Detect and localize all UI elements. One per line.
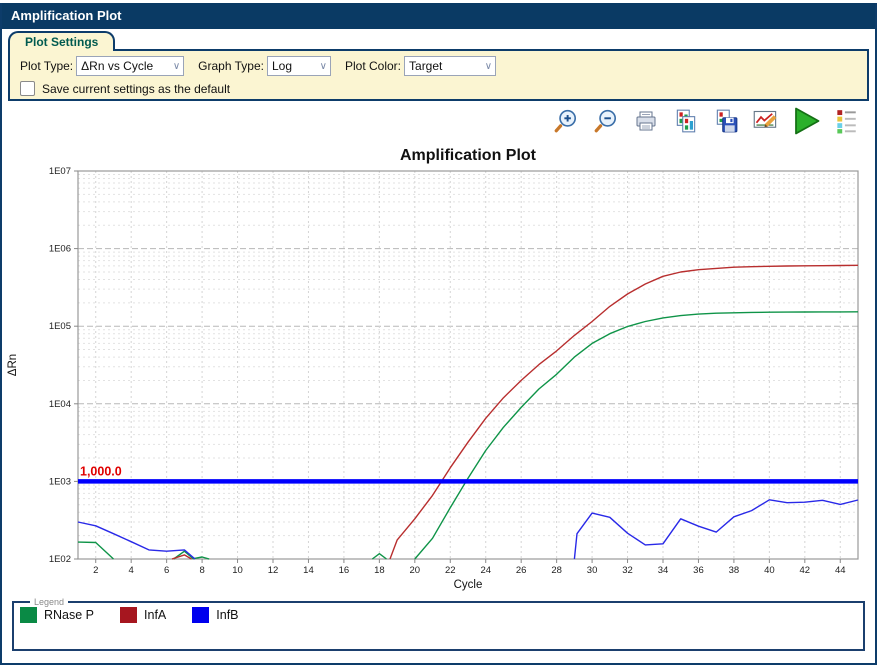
plot-type-value: ΔRn vs Cycle <box>81 59 153 73</box>
svg-text:1E04: 1E04 <box>49 399 71 410</box>
save-default-row: Save current settings as the default <box>20 81 857 96</box>
amplification-chart: 2468101214161820222426283032343638404244… <box>2 139 875 597</box>
svg-text:Amplification Plot: Amplification Plot <box>400 147 537 164</box>
svg-text:2: 2 <box>93 565 98 576</box>
toolbar-button-run-analysis[interactable] <box>792 109 819 136</box>
svg-text:12: 12 <box>268 565 279 576</box>
svg-text:20: 20 <box>410 565 421 576</box>
tab-label: Plot Settings <box>25 35 98 49</box>
svg-text:34: 34 <box>658 565 669 576</box>
svg-text:44: 44 <box>835 565 846 576</box>
svg-text:1E06: 1E06 <box>49 244 71 255</box>
toolbar-button-save-plot[interactable] <box>712 109 739 136</box>
plot-type-label: Plot Type: <box>20 59 73 73</box>
svg-text:10: 10 <box>232 565 243 576</box>
plot-type-select[interactable]: ΔRn vs Cycle ∨ <box>76 56 184 76</box>
svg-text:4: 4 <box>129 565 134 576</box>
svg-text:26: 26 <box>516 565 527 576</box>
chevron-down-icon: ∨ <box>485 61 492 72</box>
plot-color-label: Plot Color: <box>345 59 401 73</box>
svg-text:6: 6 <box>164 565 169 576</box>
graph-type-label: Graph Type: <box>198 59 264 73</box>
plot-content-area: 2468101214161820222426283032343638404244… <box>2 101 875 651</box>
svg-text:32: 32 <box>622 565 633 576</box>
legend-box: Legend RNase P InfA InfB <box>12 597 865 651</box>
svg-text:36: 36 <box>693 565 704 576</box>
legend-swatch <box>20 607 37 623</box>
legend-label: InfA <box>144 608 166 622</box>
tab-row: Plot Settings <box>8 31 875 49</box>
svg-text:8: 8 <box>199 565 204 576</box>
save-default-label: Save current settings as the default <box>42 82 230 96</box>
plot-settings-panel: Plot Type: ΔRn vs Cycle ∨ Graph Type: Lo… <box>8 49 869 101</box>
svg-text:1E02: 1E02 <box>49 554 71 565</box>
legend-items: RNase P InfA InfB <box>20 607 857 623</box>
legend-swatch <box>120 607 137 623</box>
legend-item: InfA <box>120 607 166 623</box>
window-titlebar: Amplification Plot <box>2 3 875 29</box>
plot-color-value: Target <box>409 59 442 73</box>
svg-text:1E03: 1E03 <box>49 476 71 487</box>
legend-item: RNase P <box>20 607 94 623</box>
amplification-plot-window: Amplification Plot Plot Settings Plot Ty… <box>0 3 877 665</box>
graph-type-select[interactable]: Log ∨ <box>267 56 331 76</box>
chevron-down-icon: ∨ <box>173 61 180 72</box>
plot-settings-controls: Plot Type: ΔRn vs Cycle ∨ Graph Type: Lo… <box>20 56 857 76</box>
svg-text:38: 38 <box>729 565 740 576</box>
legend-label: RNase P <box>44 608 94 622</box>
svg-text:14: 14 <box>303 565 314 576</box>
svg-text:42: 42 <box>800 565 811 576</box>
svg-text:40: 40 <box>764 565 775 576</box>
legend-list-icon <box>833 108 859 137</box>
toolbar-button-legend-list[interactable] <box>832 109 859 136</box>
zoom-in-icon <box>553 108 579 137</box>
svg-text:28: 28 <box>551 565 562 576</box>
legend-box-title: Legend <box>30 597 68 607</box>
amplification-chart-svg: 2468101214161820222426283032343638404244… <box>2 139 875 597</box>
save-default-checkbox[interactable] <box>20 81 35 96</box>
zoom-out-icon <box>593 108 619 137</box>
legend-label: InfB <box>216 608 238 622</box>
tab-plot-settings[interactable]: Plot Settings <box>8 31 115 51</box>
toolbar-button-print[interactable] <box>632 109 659 136</box>
window-title: Amplification Plot <box>11 8 122 23</box>
printer-icon <box>634 109 658 136</box>
copy-plot-icon <box>673 108 699 137</box>
legend-item: InfB <box>192 607 238 623</box>
plot-color-select[interactable]: Target ∨ <box>404 56 496 76</box>
toolbar-button-copy-plot[interactable] <box>672 109 699 136</box>
svg-text:18: 18 <box>374 565 385 576</box>
svg-text:16: 16 <box>339 565 350 576</box>
chevron-down-icon: ∨ <box>320 61 327 72</box>
svg-text:ΔRn: ΔRn <box>7 354 19 376</box>
graph-type-value: Log <box>272 59 292 73</box>
svg-text:24: 24 <box>480 565 491 576</box>
plot-toolbar <box>2 101 875 137</box>
svg-text:22: 22 <box>445 565 456 576</box>
toolbar-button-export-chart[interactable] <box>752 109 779 136</box>
svg-text:1E07: 1E07 <box>49 166 71 177</box>
svg-text:Cycle: Cycle <box>454 579 483 591</box>
legend-swatch <box>192 607 209 623</box>
svg-text:1E05: 1E05 <box>49 321 71 332</box>
toolbar-button-zoom-in[interactable] <box>552 109 579 136</box>
chart-pencil-icon <box>752 107 779 137</box>
svg-text:1,000.0: 1,000.0 <box>80 464 122 478</box>
save-plot-icon <box>713 108 739 137</box>
green-play-icon <box>791 106 821 139</box>
toolbar-button-zoom-out[interactable] <box>592 109 619 136</box>
svg-text:30: 30 <box>587 565 598 576</box>
